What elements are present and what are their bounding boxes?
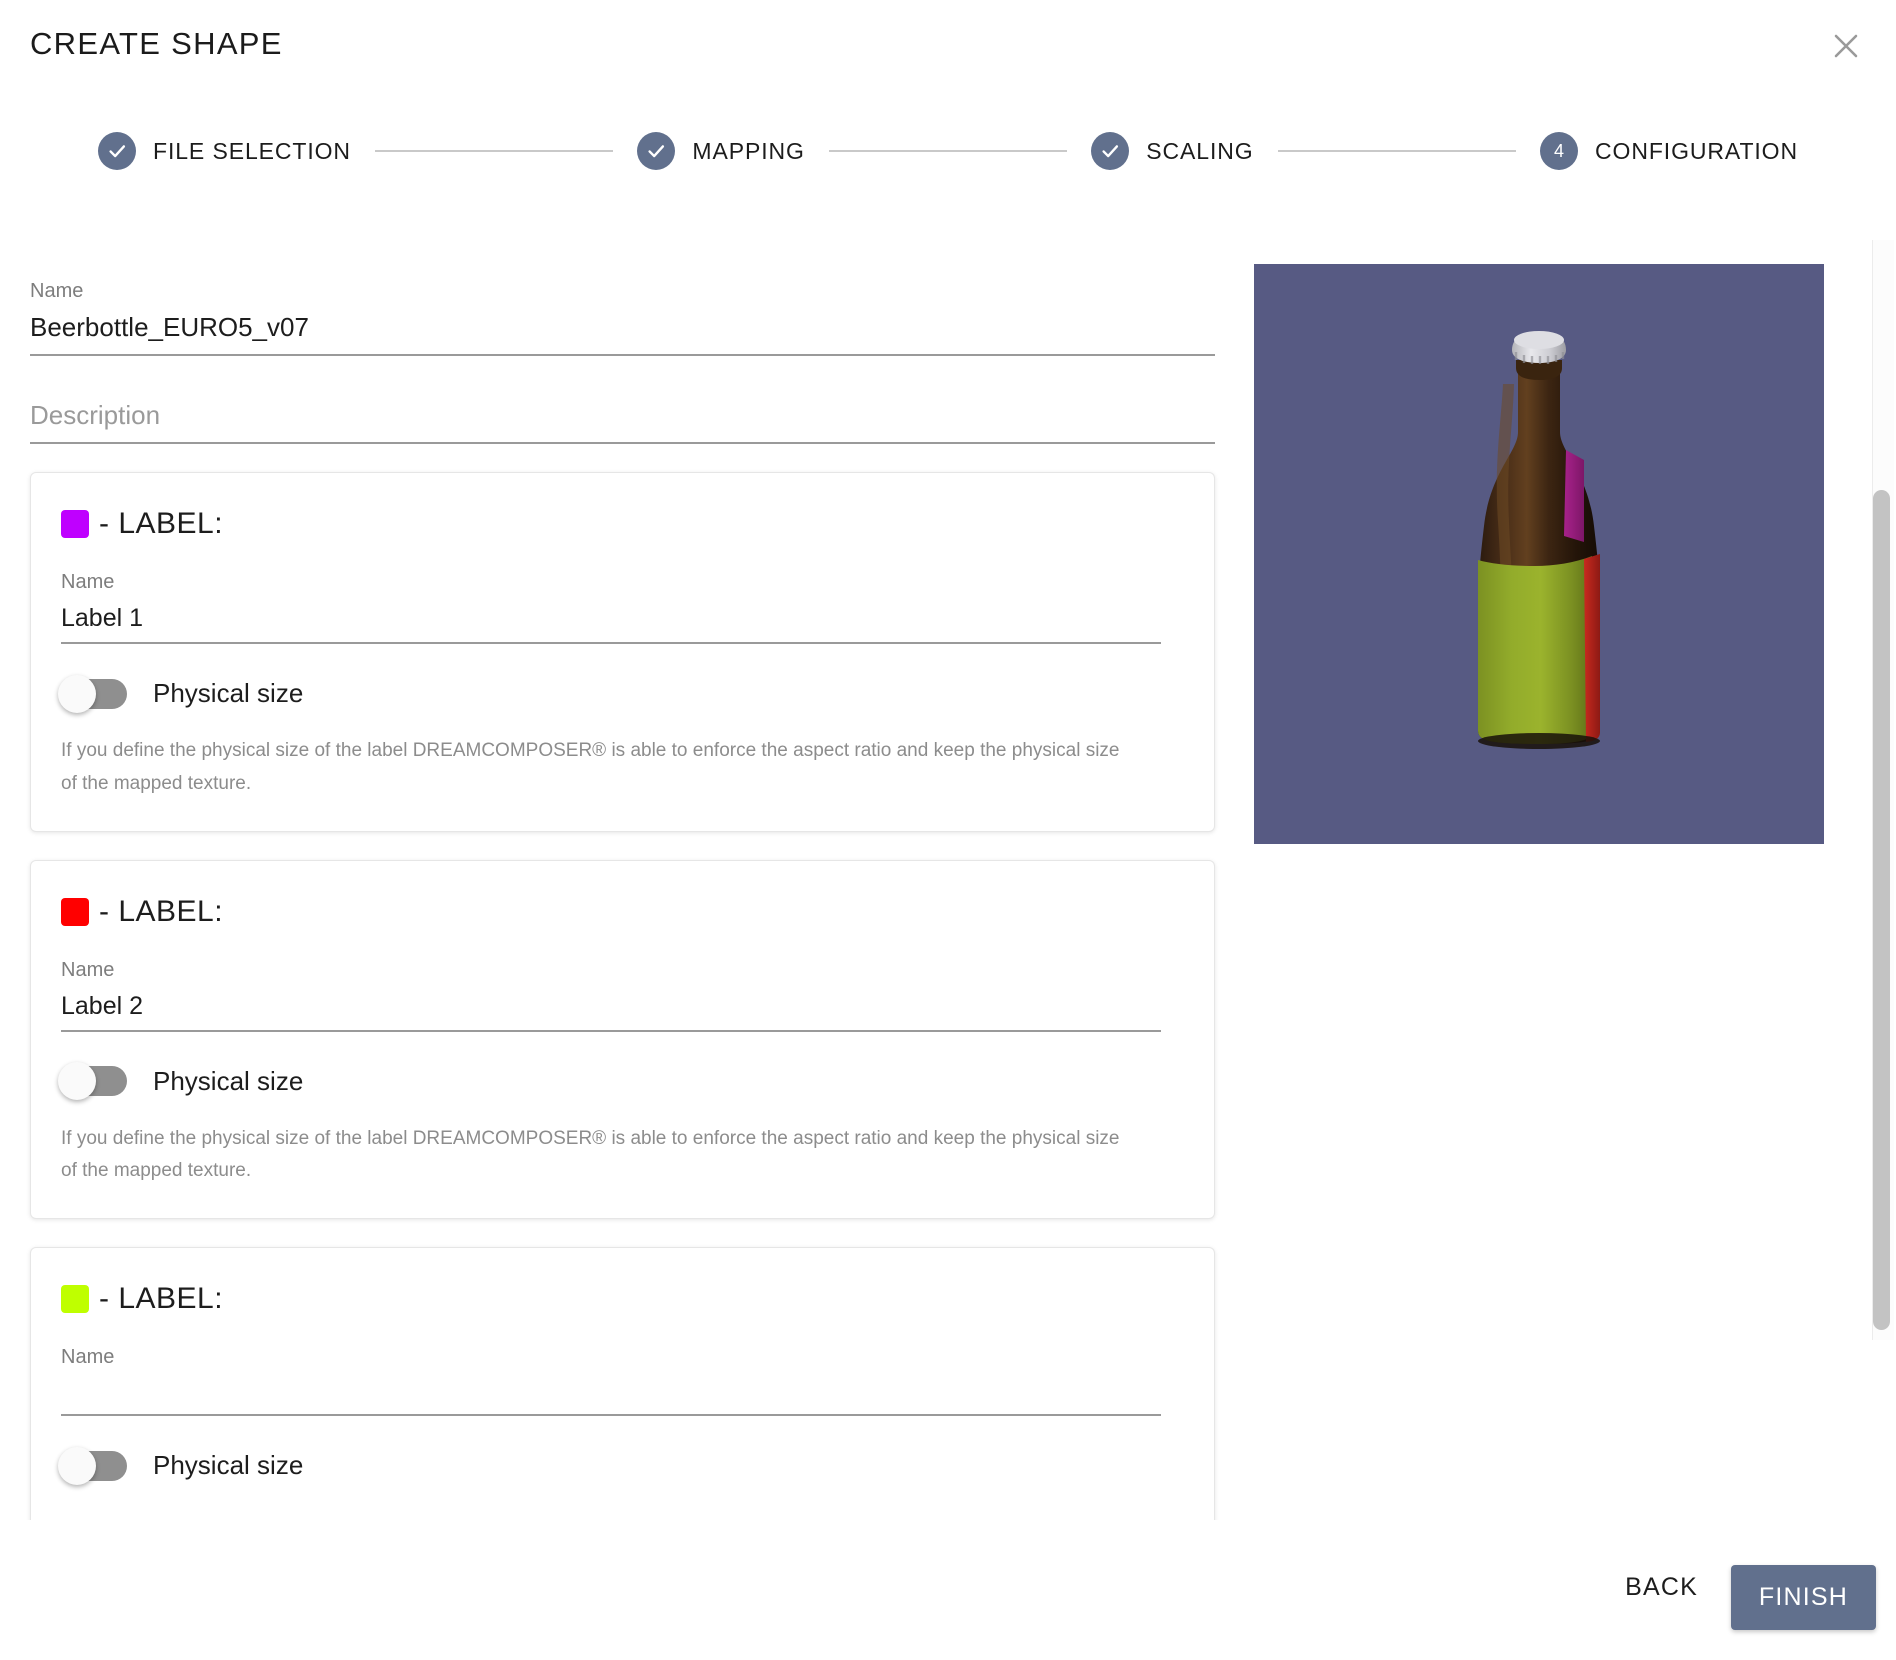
label-name-label: Name (61, 571, 115, 594)
label-card: - LABEL: Name Label 2 Physical size If y… (30, 859, 1215, 1220)
step-connector-3 (1277, 150, 1517, 152)
shape-name-input[interactable]: Beerbottle_EURO5_v07 (30, 312, 1215, 357)
vertical-scrollbar-thumb[interactable] (1873, 490, 1890, 1330)
label-name-field[interactable]: Name Label 1 (61, 571, 1161, 645)
label-card-header: - LABEL: (61, 1282, 1184, 1316)
label-card-title: - LABEL: (99, 1282, 224, 1316)
physical-size-toggle-row[interactable]: Physical size (58, 1446, 1184, 1485)
dialog-header: CREATE SHAPE (0, 0, 1896, 100)
step-number: 4 (1554, 141, 1565, 161)
toggle-knob (58, 674, 96, 713)
label-body-green (1478, 556, 1592, 744)
step-configuration[interactable]: 4 CONFIGURATION (1540, 132, 1798, 170)
label-card-title: - LABEL: (99, 894, 224, 928)
label-name-input[interactable]: Label 1 (61, 603, 1161, 645)
shape-description-field[interactable]: Description (30, 400, 1215, 445)
shape-name-field[interactable]: Name Beerbottle_EURO5_v07 (30, 280, 1215, 357)
step-complete-circle (98, 132, 136, 170)
step-active-circle: 4 (1540, 132, 1579, 170)
label-card: - LABEL: Name Label 1 Physical size If y… (30, 472, 1215, 832)
step-scaling[interactable]: SCALING (1091, 132, 1253, 170)
label-color-swatch-icon (61, 510, 89, 539)
beer-bottle-3d-render (1478, 331, 1600, 749)
label-color-swatch-icon (61, 897, 89, 926)
physical-size-hint: If you define the physical size of the l… (61, 740, 1120, 795)
label-card-title: - LABEL: (99, 507, 224, 541)
cap-top (1514, 331, 1564, 349)
label-name-field[interactable]: Name Label 2 (61, 959, 1161, 1032)
step-complete-circle (1091, 132, 1130, 170)
label-card-header: - LABEL: (61, 507, 1184, 541)
finish-button[interactable]: FINISH (1730, 1565, 1876, 1630)
dialog-footer: BACK FINISH (0, 1530, 1896, 1660)
physical-size-toggle-label: Physical size (153, 1065, 304, 1096)
label-name-input[interactable] (61, 1378, 1161, 1417)
label-name-label: Name (61, 958, 115, 981)
physical-size-toggle-row[interactable]: Physical size (58, 1062, 1184, 1101)
form-scroll-viewport: Name Beerbottle_EURO5_v07 Description - … (0, 190, 1250, 1520)
check-icon (645, 140, 667, 162)
toggle-knob (58, 1446, 96, 1485)
label-name-input[interactable]: Label 2 (61, 991, 1161, 1032)
physical-size-toggle[interactable] (58, 1062, 127, 1101)
physical-size-toggle-label: Physical size (153, 678, 304, 709)
step-complete-circle (637, 132, 676, 170)
step-label-file-selection: FILE SELECTION (153, 137, 351, 164)
check-icon (106, 140, 128, 162)
step-label-configuration: CONFIGURATION (1595, 137, 1798, 164)
shape-preview-panel[interactable] (1254, 264, 1824, 844)
physical-size-hint: If you define the physical size of the l… (61, 1127, 1120, 1182)
label-strip-red (1584, 554, 1600, 742)
step-connector-1 (374, 150, 614, 152)
bottle-base (1478, 733, 1600, 749)
step-label-scaling: SCALING (1146, 137, 1254, 164)
physical-size-toggle[interactable] (58, 674, 127, 713)
vertical-scrollbar-track[interactable] (1872, 240, 1894, 1340)
step-connector-2 (828, 150, 1068, 152)
step-mapping[interactable]: MAPPING (637, 132, 804, 170)
close-button[interactable] (1824, 24, 1868, 68)
label-patch-magenta (1564, 450, 1584, 542)
toggle-knob (58, 1062, 96, 1101)
label-name-field[interactable]: Name (61, 1346, 1161, 1417)
step-label-mapping: MAPPING (692, 137, 805, 164)
physical-size-toggle[interactable] (58, 1446, 127, 1485)
wizard-stepper: FILE SELECTION MAPPING SCALING 4 CONFIGU… (98, 128, 1798, 174)
label-card-header: - LABEL: (61, 895, 1184, 929)
shape-name-label: Name (30, 280, 84, 302)
label-name-label: Name (61, 1346, 115, 1369)
check-icon (1099, 140, 1121, 162)
physical-size-toggle-label: Physical size (153, 1450, 304, 1481)
label-card: - LABEL: Name Physical size (30, 1247, 1215, 1520)
label-color-swatch-icon (61, 1285, 89, 1314)
shape-description-input[interactable]: Description (30, 400, 1215, 445)
configuration-form: Name Beerbottle_EURO5_v07 Description - … (30, 280, 1215, 1520)
step-file-selection[interactable]: FILE SELECTION (98, 132, 351, 170)
page-title: CREATE SHAPE (30, 26, 283, 61)
close-icon (1831, 31, 1861, 61)
back-button[interactable]: BACK (1607, 1563, 1716, 1612)
physical-size-toggle-row[interactable]: Physical size (58, 674, 1184, 713)
